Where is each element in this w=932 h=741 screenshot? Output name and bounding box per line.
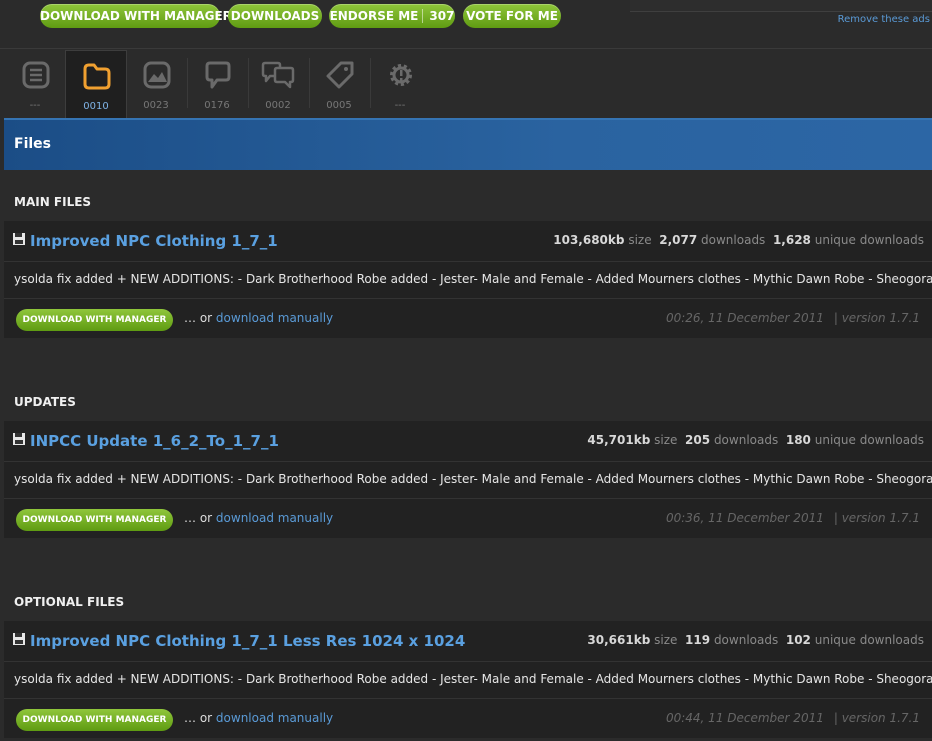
tab-count: 0010 [83,101,109,112]
tab-images[interactable]: 0023 [126,50,186,120]
file-entry: Improved NPC Clothing 1_7_1 Less Res 102… [4,621,932,738]
file-header-row: Improved NPC Clothing 1_7_1 103,680kb si… [4,221,932,262]
file-version: | version 1.7.1 [833,711,920,725]
floppy-disk-icon [13,633,25,645]
tab-discussion[interactable]: 0002 [248,50,308,120]
downloads-label: downloads [701,233,766,247]
size-label: size [654,633,678,647]
file-stats: 30,661kb size 119 downloads 102 unique d… [587,633,924,647]
file-description: ysolda fix added + NEW ADDITIONS: - Dark… [14,672,932,686]
unique-downloads-label: unique downloads [814,433,924,447]
file-name-link[interactable]: Improved NPC Clothing 1_7_1 [30,232,278,250]
tab-actions[interactable]: --- [370,50,430,120]
gear-icon [390,64,412,86]
or-text: … or [184,511,213,525]
tab-count: 0002 [265,100,291,111]
unique-downloads-count: 1,628 [772,233,811,247]
download-manually-text: … or download manually [184,511,333,525]
downloads-count: 2,077 [659,233,698,247]
section-title-updates: UPDATES [14,395,76,409]
file-meta: 00:26, 11 December 2011 | version 1.7.1 [666,311,920,325]
file-version: | version 1.7.1 [833,311,920,325]
download-with-manager-button[interactable]: DOWNLOAD WITH MANAGER [16,309,173,331]
file-stats: 45,701kb size 205 downloads 180 unique d… [587,433,924,447]
downloads-count: 205 [685,433,711,447]
unique-downloads-label: unique downloads [814,233,924,247]
file-description-row: ysolda fix added + NEW ADDITIONS: - Dark… [4,662,932,699]
endorse-button[interactable]: ENDORSE ME 307 [329,4,455,28]
upload-date: 00:26, 11 December 2011 [665,311,824,325]
file-meta: 00:44, 11 December 2011 | version 1.7.1 [666,711,920,725]
file-description: ysolda fix added + NEW ADDITIONS: - Dark… [14,472,932,486]
file-description-row: ysolda fix added + NEW ADDITIONS: - Dark… [4,262,932,299]
download-manually-text: … or download manually [184,311,333,325]
download-manually-link[interactable]: download manually [216,711,333,725]
file-size: 45,701kb [587,433,651,447]
tab-count: 0176 [204,100,230,111]
divider [0,48,932,49]
discussion-icon [261,61,295,89]
floppy-disk-icon [13,233,25,245]
download-with-manager-button[interactable]: DOWNLOAD WITH MANAGER [40,4,232,28]
download-with-manager-button[interactable]: DOWNLOAD WITH MANAGER [16,509,173,531]
tab-comments[interactable]: 0176 [187,50,247,120]
file-header-row: INPCC Update 1_6_2_To_1_7_1 45,701kb siz… [4,421,932,462]
file-size: 30,661kb [587,633,651,647]
or-text: … or [184,311,213,325]
tab-tags[interactable]: 0005 [309,50,369,120]
file-stats: 103,680kb size 2,077 downloads 1,628 uni… [553,233,924,247]
unique-downloads-label: unique downloads [814,633,924,647]
file-name-link[interactable]: Improved NPC Clothing 1_7_1 Less Res 102… [30,632,465,650]
download-manually-link[interactable]: download manually [216,511,333,525]
floppy-disk-icon [13,433,25,445]
section-title-optional-files: OPTIONAL FILES [14,595,125,609]
downloads-button[interactable]: DOWNLOADS [228,4,322,28]
endorse-count: 307 [422,9,455,23]
top-action-bar: DOWNLOAD WITH MANAGER DOWNLOADS ENDORSE … [0,0,932,46]
file-version: | version 1.7.1 [833,511,920,525]
download-with-manager-button[interactable]: DOWNLOAD WITH MANAGER [16,709,173,731]
or-text: … or [184,711,213,725]
tag-icon [326,61,354,89]
vote-button[interactable]: VOTE FOR ME [463,4,561,28]
tab-count: --- [394,100,406,111]
size-label: size [628,233,652,247]
download-manually-text: … or download manually [184,711,333,725]
comment-icon [205,61,231,89]
file-size: 103,680kb [553,233,625,247]
folder-icon [83,63,111,90]
download-manually-link[interactable]: download manually [216,311,333,325]
tab-description[interactable]: --- [5,50,65,120]
tab-count: 0005 [326,100,352,111]
files-title: Files [14,136,51,152]
file-entry: INPCC Update 1_6_2_To_1_7_1 45,701kb siz… [4,421,932,538]
file-description: ysolda fix added + NEW ADDITIONS: - Dark… [14,272,932,286]
file-entry: Improved NPC Clothing 1_7_1 103,680kb si… [4,221,932,338]
file-description-row: ysolda fix added + NEW ADDITIONS: - Dark… [4,462,932,499]
files-header: Files [4,118,932,170]
file-header-row: Improved NPC Clothing 1_7_1 Less Res 102… [4,621,932,662]
endorse-label: ENDORSE ME [329,9,419,23]
tab-count: 0023 [143,100,169,111]
downloads-count: 119 [685,633,711,647]
size-label: size [654,433,678,447]
tab-count: --- [29,100,41,111]
unique-downloads-count: 102 [785,633,811,647]
file-meta: 00:36, 11 December 2011 | version 1.7.1 [666,511,920,525]
upload-date: 00:36, 11 December 2011 [665,511,824,525]
unique-downloads-count: 180 [785,433,811,447]
image-icon [143,61,171,89]
ad-area [630,0,932,12]
tab-files[interactable]: 0010 [65,50,127,121]
description-icon [22,61,50,89]
downloads-label: downloads [713,633,779,647]
file-name-link[interactable]: INPCC Update 1_6_2_To_1_7_1 [30,432,279,450]
upload-date: 00:44, 11 December 2011 [665,711,824,725]
downloads-label: downloads [713,433,779,447]
section-title-main-files: MAIN FILES [14,195,92,209]
remove-ads-link[interactable]: Remove these ads [838,14,930,25]
